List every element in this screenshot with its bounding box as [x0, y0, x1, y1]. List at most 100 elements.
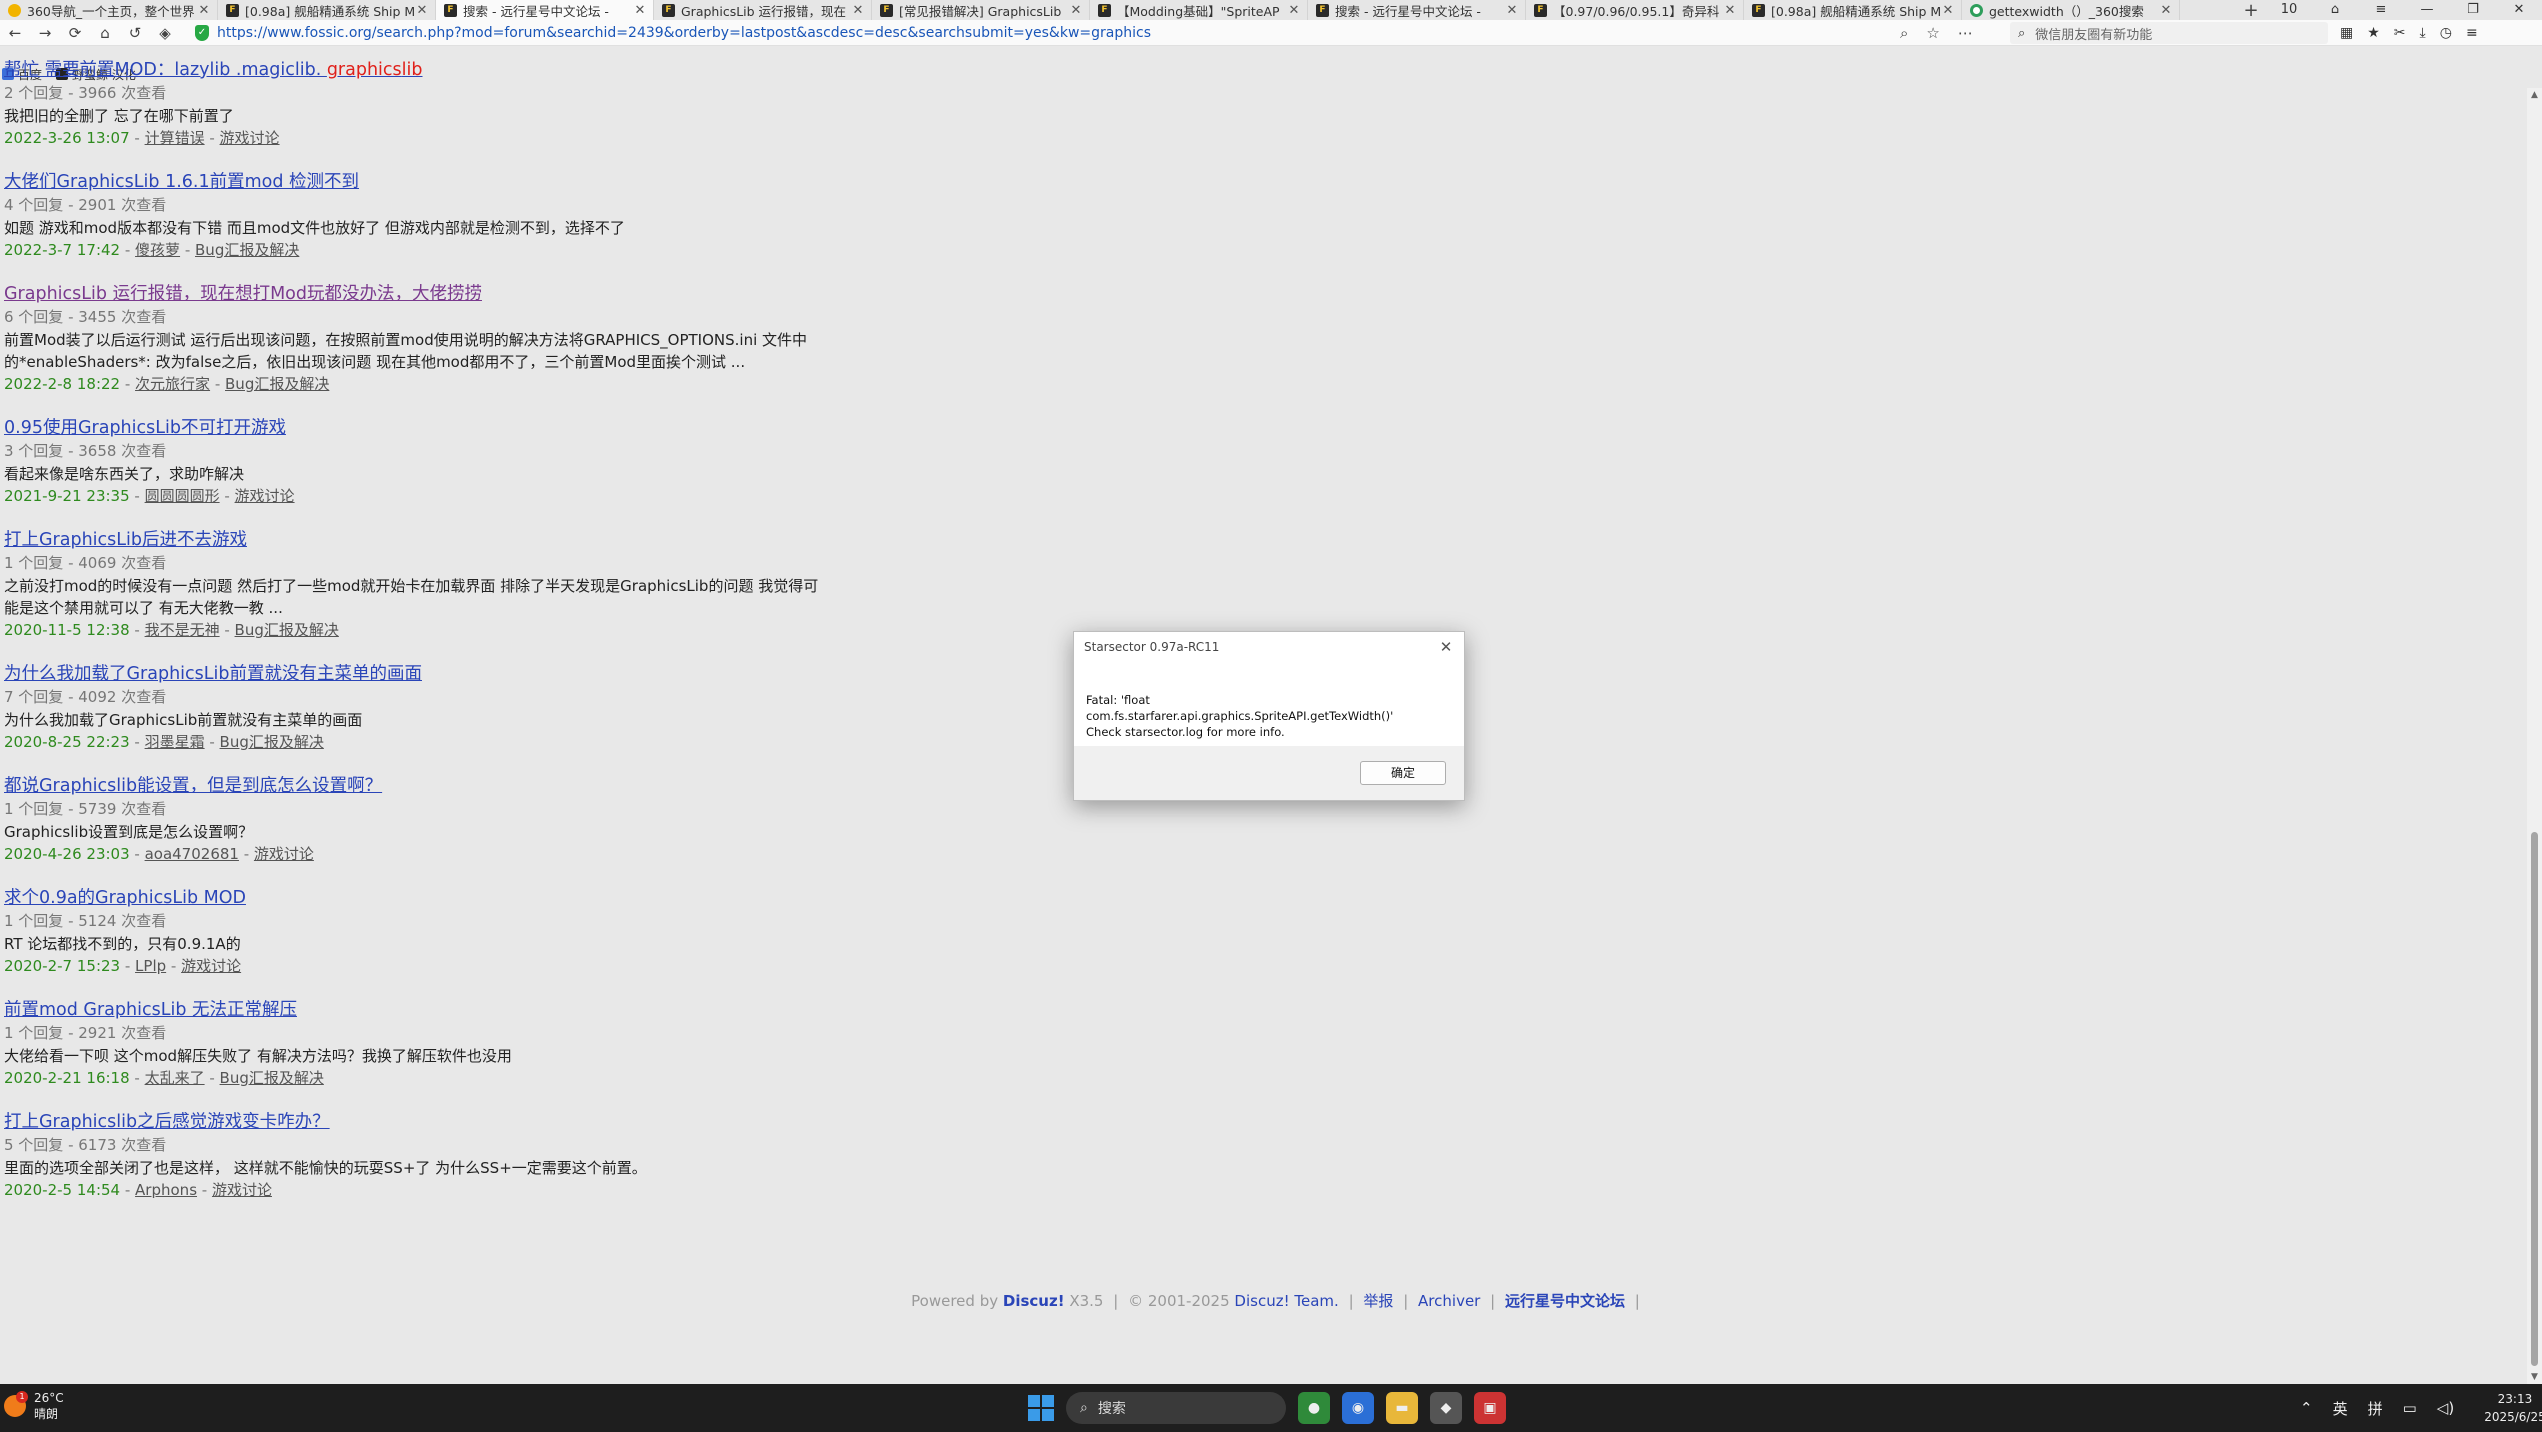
result-author-link[interactable]: Arphons — [135, 1181, 197, 1199]
zoom-icon[interactable]: ⌕ — [1900, 24, 1908, 42]
close-tab-icon[interactable]: ✕ — [2159, 3, 2173, 18]
result-title-link[interactable]: 0.95使用GraphicsLib不可打开游戏 — [4, 417, 904, 440]
result-author-link[interactable]: 次元旅行家 — [135, 375, 210, 393]
file-explorer-icon[interactable]: ▬ — [1386, 1392, 1418, 1424]
bookmark-star-icon[interactable]: ☆ — [1926, 24, 1939, 42]
browser-tab[interactable]: F GraphicsLib 运行报错，现在 ✕ — [654, 0, 872, 20]
scissors-icon[interactable]: ✂ — [2394, 25, 2406, 41]
tab-count-badge[interactable]: 10 — [2266, 0, 2312, 20]
weather-widget[interactable]: 1 26°C 晴朗 — [4, 1390, 64, 1422]
vertical-scrollbar[interactable]: ▲ ▼ — [2527, 88, 2542, 1384]
tray-chevron-icon[interactable]: ⌃ — [2300, 1399, 2313, 1417]
result-forum-link[interactable]: 游戏讨论 — [212, 1181, 272, 1199]
forward-button[interactable]: → — [30, 24, 60, 42]
result-title-link[interactable]: 前置mod GraphicsLib 无法正常解压 — [4, 999, 904, 1022]
network-icon[interactable]: ▭ — [2403, 1399, 2417, 1417]
history-icon[interactable]: ◷ — [2440, 25, 2452, 41]
close-tab-icon[interactable]: ✕ — [415, 3, 429, 18]
browser-tab[interactable]: F [0.98a] 舰船精通系统 Ship M ✕ — [218, 0, 436, 20]
result-forum-link[interactable]: 游戏讨论 — [254, 845, 314, 863]
result-title-link[interactable]: 打上GraphicsLib后进不去游戏 — [4, 529, 904, 552]
dialog-close-icon[interactable]: ✕ — [1428, 638, 1464, 656]
result-title-link[interactable]: 都说Graphicslib能设置，但是到底怎么设置啊？ — [4, 775, 904, 798]
result-title-link[interactable]: GraphicsLib 运行报错，现在想打Mod玩都没办法，大佬捞捞 — [4, 283, 904, 306]
close-tab-icon[interactable]: ✕ — [1941, 3, 1955, 18]
clock[interactable]: 23:13 2025/6/25 — [2484, 1390, 2542, 1426]
starsector-icon[interactable]: ◆ — [1430, 1392, 1462, 1424]
browser-tab[interactable]: gettexwidth（）_360搜索 ✕ — [1962, 0, 2180, 20]
download-icon[interactable]: ⤓ — [2420, 25, 2426, 41]
result-forum-link[interactable]: Bug汇报及解决 — [235, 621, 339, 639]
result-forum-link[interactable]: Bug汇报及解决 — [225, 375, 329, 393]
ime-language[interactable]: 英 — [2333, 1398, 2348, 1419]
browser-tab[interactable]: F 搜索 - 远行星号中文论坛 - ✕ — [436, 0, 654, 20]
apps-grid-icon[interactable]: ▦ — [2340, 25, 2353, 41]
close-tab-icon[interactable]: ✕ — [1069, 3, 1083, 18]
url-text[interactable]: https://www.fossic.org/search.php?mod=fo… — [217, 25, 1151, 41]
minimize-button[interactable]: — — [2404, 0, 2450, 20]
close-tab-icon[interactable]: ✕ — [851, 3, 865, 18]
more-options-icon[interactable]: ⋯ — [1958, 24, 1973, 42]
discuz-link[interactable]: Discuz! — [1003, 1292, 1065, 1310]
close-tab-icon[interactable]: ✕ — [1505, 3, 1519, 18]
result-title-link[interactable]: 求个0.9a的GraphicsLib MOD — [4, 887, 904, 910]
close-window-button[interactable]: ✕ — [2496, 0, 2542, 20]
result-author-link[interactable]: 太乱来了 — [145, 1069, 205, 1087]
shirt-skin-icon[interactable]: ⌂ — [2312, 0, 2358, 20]
back-button[interactable]: ← — [0, 24, 30, 42]
java-app-icon[interactable]: ▣ — [1474, 1392, 1506, 1424]
browser-tab[interactable]: F [常见报错解决] GraphicsLib ✕ — [872, 0, 1090, 20]
result-author-link[interactable]: 计算错误 — [145, 129, 205, 147]
result-author-link[interactable]: 羽墨星霜 — [145, 733, 205, 751]
result-forum-link[interactable]: 游戏讨论 — [235, 487, 295, 505]
address-bar[interactable]: ✓ https://www.fossic.org/search.php?mod=… — [195, 22, 1975, 44]
archiver-link[interactable]: Archiver — [1418, 1292, 1480, 1310]
browser-tab[interactable]: F 【Modding基础】"SpriteAP ✕ — [1090, 0, 1308, 20]
browser-tab[interactable]: F 【0.97/0.96/0.95.1】奇异科 ✕ — [1526, 0, 1744, 20]
report-link[interactable]: 举报 — [1363, 1292, 1393, 1310]
result-author-link[interactable]: 傻孩萝 — [135, 241, 180, 259]
close-tab-icon[interactable]: ✕ — [633, 3, 647, 18]
result-author-link[interactable]: 我不是无神 — [145, 621, 220, 639]
scrollbar-thumb[interactable] — [2531, 832, 2538, 1366]
volume-icon[interactable]: ◁) — [2437, 1399, 2454, 1417]
result-forum-link[interactable]: Bug汇报及解决 — [220, 733, 324, 751]
windows-start-icon[interactable] — [1028, 1395, 1054, 1421]
result-title-link[interactable]: 大佬们GraphicsLib 1.6.1前置mod 检测不到 — [4, 171, 904, 194]
scroll-down-icon[interactable]: ▼ — [2527, 1370, 2542, 1384]
ime-mode[interactable]: 拼 — [2368, 1398, 2383, 1419]
result-author-link[interactable]: 圆圆圆圆形 — [145, 487, 220, 505]
new-tab-button[interactable]: + — [2236, 0, 2266, 21]
browser-tab[interactable]: F 搜索 - 远行星号中文论坛 - ✕ — [1308, 0, 1526, 20]
forum-home-link[interactable]: 远行星号中文论坛 — [1505, 1292, 1625, 1310]
result-author-link[interactable]: LPlp — [135, 957, 166, 975]
home-button[interactable]: ⌂ — [90, 24, 120, 42]
reload-button[interactable]: ⟳ — [60, 24, 90, 42]
undo-close-button[interactable]: ↺ — [120, 24, 150, 42]
result-forum-link[interactable]: Bug汇报及解决 — [220, 1069, 324, 1087]
result-forum-link[interactable]: 游戏讨论 — [181, 957, 241, 975]
maximize-button[interactable]: ❐ — [2450, 0, 2496, 20]
favorites-icon[interactable]: ★ — [2367, 25, 2380, 41]
result-title-link[interactable]: 为什么我加载了GraphicsLib前置就没有主菜单的画面 — [4, 663, 904, 686]
browser-search-box[interactable]: ⌕ 微信朋友圈有新功能 — [2010, 22, 2328, 44]
browser-menu-icon[interactable]: ≡ — [2466, 25, 2478, 41]
extension-icon[interactable]: ◈ — [150, 24, 180, 42]
close-tab-icon[interactable]: ✕ — [197, 3, 211, 18]
taskbar-search[interactable]: ⌕ 搜索 — [1066, 1392, 1286, 1424]
result-title-link[interactable]: 帮忙 需要前置MOD：lazylib .magiclib. graphicsli… — [4, 59, 904, 82]
browser-tab[interactable]: 360导航_一个主页，整个世界 ✕ — [0, 0, 218, 20]
360-browser-icon[interactable]: ◉ — [1342, 1392, 1374, 1424]
result-title-link[interactable]: 打上Graphicslib之后感觉游戏变卡咋办？ — [4, 1111, 904, 1134]
360-security-icon[interactable]: ● — [1298, 1392, 1330, 1424]
scroll-up-icon[interactable]: ▲ — [2527, 88, 2542, 102]
ok-button[interactable]: 确定 — [1360, 761, 1446, 785]
result-forum-link[interactable]: 游戏讨论 — [220, 129, 280, 147]
discuz-team-link[interactable]: Discuz! Team. — [1234, 1292, 1338, 1310]
browser-tab[interactable]: F [0.98a] 舰船精通系统 Ship M ✕ — [1744, 0, 1962, 20]
close-tab-icon[interactable]: ✕ — [1287, 3, 1301, 18]
close-tab-icon[interactable]: ✕ — [1723, 3, 1737, 18]
result-author-link[interactable]: aoa4702681 — [145, 845, 239, 863]
menu-icon[interactable]: ≡ — [2358, 0, 2404, 20]
result-forum-link[interactable]: Bug汇报及解决 — [195, 241, 299, 259]
